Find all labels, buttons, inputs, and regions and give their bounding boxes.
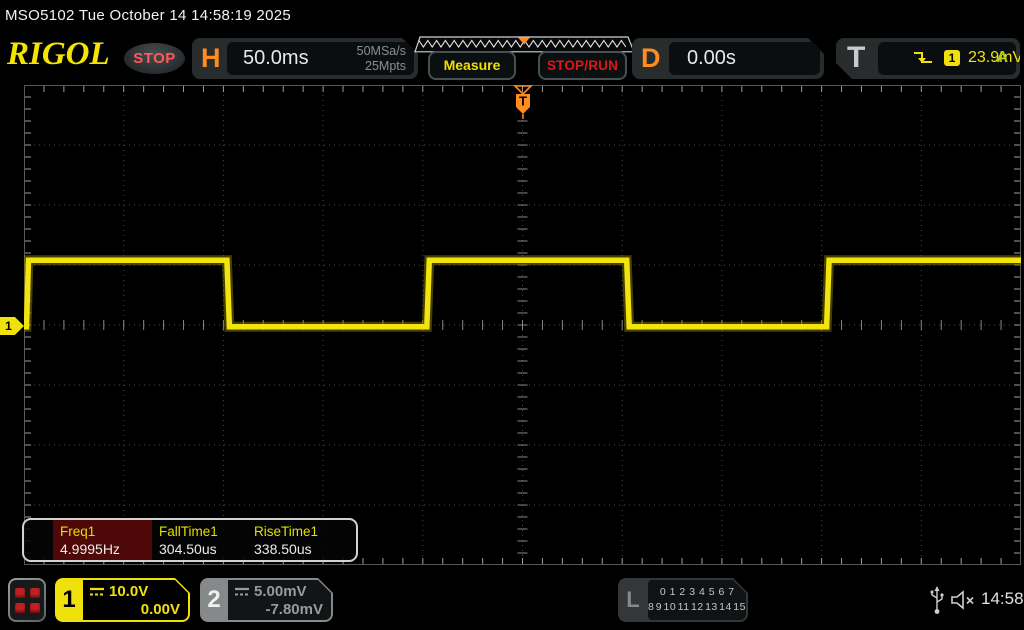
delay-label: D [641, 43, 661, 74]
channel2-offset: -7.80mV [234, 601, 323, 621]
measurement-spacer [24, 520, 53, 560]
logic-channels-row2: 8 9 10 11 12 13 14 15 [648, 600, 746, 615]
menu-grid-icon [10, 580, 44, 620]
measurement-label: RiseTime1 [254, 524, 347, 539]
horizontal-label: H [201, 43, 221, 74]
measurement-results-panel: Freq1 4.9995Hz FallTime1 304.50us RiseTi… [22, 518, 358, 562]
channel1-number: 1 [55, 578, 83, 622]
measurement-value: 4.9995Hz [60, 541, 152, 557]
logic-analyzer-block[interactable]: L 0 1 2 3 4 5 6 7 8 9 10 11 12 13 14 15 [618, 578, 748, 622]
measurement-label: Freq1 [60, 524, 152, 539]
logic-analyzer-label: L [618, 578, 648, 622]
menu-button[interactable] [8, 578, 46, 622]
channel2-body: 5.00mV -7.80mV [228, 580, 331, 620]
trigger-marker-letter: T [519, 94, 527, 109]
trigger-block[interactable]: T 1 23.9mV A [836, 38, 1020, 79]
speaker-muted-icon[interactable] [950, 589, 977, 611]
channel1-scale: 10.0V [109, 583, 148, 600]
trigger-label: T [847, 41, 865, 75]
delay-value: 0.00s [687, 47, 736, 70]
measure-button[interactable]: Measure [428, 51, 516, 80]
measurement-item-freq1[interactable]: Freq1 4.9995Hz [53, 520, 152, 560]
measurement-value: 304.50us [159, 541, 247, 557]
channel1-block[interactable]: 1 10.0V 0.00V [55, 578, 190, 622]
stop-run-button[interactable]: STOP/RUN [538, 51, 627, 80]
trigger-source-badge: 1 [944, 50, 960, 66]
status-bar-text: MSO5102 Tue October 14 14:58:19 2025 [0, 0, 1024, 30]
falling-edge-icon [912, 49, 934, 67]
waveform-display-area [24, 85, 1021, 565]
trigger-sweep-mode: A [996, 49, 1008, 67]
channel2-block[interactable]: 2 5.00mV -7.80mV [200, 578, 333, 622]
channel2-scale: 5.00mV [254, 583, 307, 600]
delay-block[interactable]: D 0.00s [632, 38, 824, 79]
horizontal-pill: 50.0ms 50MSa/s 25Mpts [227, 42, 414, 75]
memory-depth: 25Mpts [357, 59, 406, 74]
menu-grid-square [30, 603, 40, 613]
channel1-body: 10.0V 0.00V [83, 580, 188, 620]
measurement-value: 338.50us [254, 541, 347, 557]
timebase-value: 50.0ms [243, 47, 309, 70]
channel1-offset: 0.00V [89, 601, 180, 621]
delay-pill: 0.00s [669, 42, 820, 75]
rigol-logo: RIGOL [7, 36, 110, 73]
horizontal-settings-block[interactable]: H 50.0ms 50MSa/s 25Mpts [192, 38, 418, 79]
menu-grid-square [15, 588, 25, 598]
trigger-pill: 1 23.9mV A [878, 42, 1016, 75]
dc-coupling-icon [234, 586, 250, 597]
menu-grid-square [30, 588, 40, 598]
run-state-badge[interactable]: STOP [124, 43, 185, 74]
measurement-item-risetime1[interactable]: RiseTime1 338.50us [247, 520, 347, 560]
menu-grid-square [15, 603, 25, 613]
sample-rate: 50MSa/s [357, 44, 406, 59]
channel2-number: 2 [200, 578, 228, 622]
channel1-ground-marker[interactable]: 1 [0, 317, 24, 335]
logic-channels-row1: 0 1 2 3 4 5 6 7 [648, 585, 746, 600]
dc-coupling-icon [89, 586, 105, 597]
oscilloscope-screen: MSO5102 Tue October 14 14:58:19 2025 RIG… [0, 0, 1024, 630]
logic-channel-list: 0 1 2 3 4 5 6 7 8 9 10 11 12 13 14 15 [648, 580, 746, 620]
sample-rate-memory: 50MSa/s 25Mpts [357, 44, 406, 73]
usb-icon [929, 586, 945, 615]
measurement-label: FallTime1 [159, 524, 247, 539]
measurement-item-falltime1[interactable]: FallTime1 304.50us [152, 520, 247, 560]
clock-time: 14:58 [981, 589, 1024, 609]
trigger-position-marker[interactable]: T [512, 85, 534, 119]
